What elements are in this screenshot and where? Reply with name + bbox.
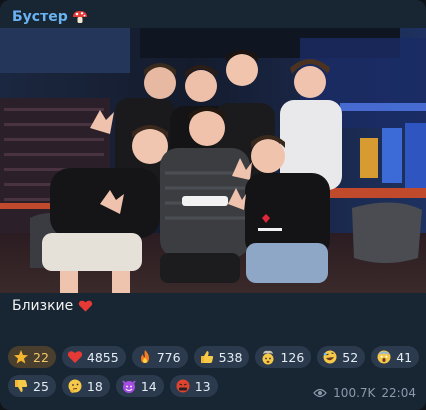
post-meta: 100.7K 22:04	[313, 386, 416, 400]
reaction-count: 41	[396, 349, 413, 365]
reaction-count: 126	[280, 349, 305, 365]
reaction-rofl[interactable]: 52	[317, 346, 366, 368]
reaction-count: 18	[86, 378, 103, 394]
reaction-count: 538	[218, 349, 243, 365]
post-time: 22:04	[381, 386, 416, 400]
reaction-count: 25	[33, 378, 49, 394]
reaction-count: 22	[33, 349, 49, 365]
fire-icon	[140, 350, 149, 363]
thumbs-up-icon	[200, 351, 213, 363]
reaction-devil[interactable]: 14	[115, 375, 164, 397]
thumbs-down-icon	[15, 380, 28, 392]
reaction-count: 13	[194, 378, 211, 394]
reaction-count: 4855	[86, 349, 119, 365]
caption-text: Близкие	[12, 298, 74, 314]
reaction-count: 776	[156, 349, 181, 365]
reaction-star[interactable]: 22	[8, 346, 56, 368]
scream-icon	[377, 350, 391, 364]
mushroom-icon	[72, 10, 87, 23]
red-heart-icon	[79, 300, 93, 312]
reaction-thinking[interactable]: 18	[61, 375, 110, 397]
reaction-scream[interactable]: 41	[371, 346, 420, 368]
channel-post: Бустер Близкие 22 4855 776 538 126 52 41…	[0, 0, 426, 410]
reaction-heart[interactable]: 4855	[61, 346, 126, 368]
reaction-fire[interactable]: 776	[131, 346, 188, 368]
reaction-cursing[interactable]: 13	[169, 375, 218, 397]
star-icon	[14, 350, 28, 364]
cursing-icon	[176, 379, 190, 393]
exploding-head-icon	[262, 350, 274, 365]
reaction-thumbs-up[interactable]: 538	[193, 346, 250, 368]
reaction-count: 52	[342, 349, 359, 365]
reaction-count: 14	[140, 378, 157, 394]
devil-icon	[122, 380, 136, 393]
post-caption: Близкие	[12, 298, 93, 314]
group-photo	[0, 28, 426, 293]
channel-name[interactable]: Бустер	[12, 9, 68, 25]
channel-header: Бустер	[0, 0, 426, 28]
reaction-thumbs-down[interactable]: 25	[8, 375, 56, 397]
eye-icon	[313, 388, 327, 398]
red-heart-icon	[67, 351, 83, 363]
post-photo[interactable]	[0, 28, 426, 293]
reaction-exploding-head[interactable]: 126	[255, 346, 312, 368]
views-count: 100.7K	[333, 386, 376, 400]
rofl-icon	[323, 350, 337, 364]
thinking-icon	[68, 379, 82, 393]
